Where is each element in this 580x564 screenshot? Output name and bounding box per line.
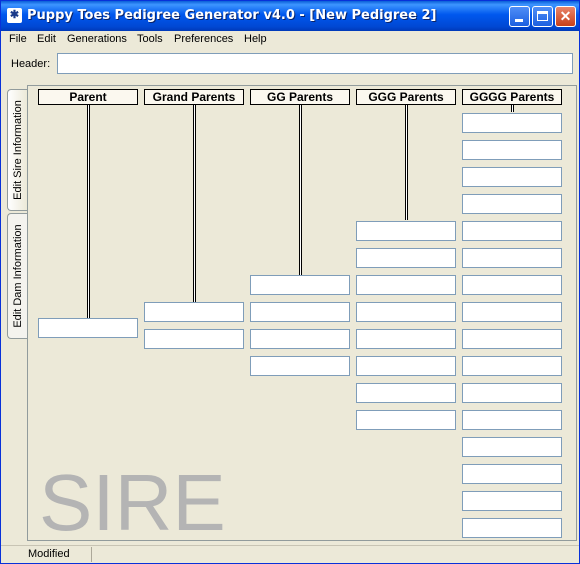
pedigree-box[interactable]	[462, 302, 562, 322]
pedigree-box[interactable]	[250, 302, 350, 322]
status-text: Modified	[28, 548, 70, 560]
pedigree-box[interactable]	[250, 356, 350, 376]
minimize-icon	[515, 19, 523, 22]
header-input[interactable]	[57, 53, 573, 74]
column-header-gg-parents: GG Parents	[250, 89, 350, 105]
menu-help[interactable]: Help	[244, 33, 267, 45]
pedigree-box[interactable]	[462, 464, 562, 484]
pedigree-box[interactable]	[462, 275, 562, 295]
pedigree-box[interactable]	[356, 302, 456, 322]
pedigree-box[interactable]	[462, 410, 562, 430]
pedigree-box[interactable]	[250, 329, 350, 349]
app-window: ✱ Puppy Toes Pedigree Generator v4.0 - […	[0, 0, 580, 564]
tab-edit-sire-label: Edit Sire Information	[11, 100, 24, 200]
pedigree-box[interactable]	[356, 410, 456, 430]
paw-icon: ✱	[7, 8, 22, 23]
pedigree-box[interactable]	[462, 329, 562, 349]
pedigree-box[interactable]	[462, 491, 562, 511]
tab-edit-sire[interactable]: Edit Sire Information	[7, 89, 27, 211]
status-separator	[91, 547, 92, 562]
menu-bar: File Edit Generations Tools Preferences …	[1, 31, 579, 49]
pedigree-box[interactable]	[356, 383, 456, 403]
pedigree-box[interactable]	[356, 356, 456, 376]
close-button[interactable]: ✕	[555, 6, 576, 27]
tab-edit-dam[interactable]: Edit Dam Information	[7, 213, 27, 339]
menu-preferences[interactable]: Preferences	[174, 33, 233, 45]
title-bar[interactable]: ✱ Puppy Toes Pedigree Generator v4.0 - […	[1, 1, 579, 31]
connector-line	[193, 105, 196, 302]
pedigree-box[interactable]	[250, 275, 350, 295]
window-title: Puppy Toes Pedigree Generator v4.0 - [Ne…	[27, 8, 437, 23]
pedigree-box[interactable]	[356, 248, 456, 268]
pedigree-box[interactable]	[462, 140, 562, 160]
column-header-grand-parents: Grand Parents	[144, 89, 244, 105]
column-header-ggg-parents: GGG Parents	[356, 89, 456, 105]
menu-file[interactable]: File	[9, 33, 27, 45]
pedigree-box[interactable]	[356, 221, 456, 241]
status-bar: Modified	[1, 545, 579, 563]
menu-tools[interactable]: Tools	[137, 33, 163, 45]
maximize-icon	[537, 11, 548, 21]
connector-line	[405, 105, 408, 220]
header-label: Header:	[11, 58, 51, 70]
connector-line	[511, 105, 514, 112]
sire-watermark: SIRE	[39, 458, 226, 547]
pedigree-box[interactable]	[144, 302, 244, 322]
pedigree-box[interactable]	[462, 383, 562, 403]
menu-edit[interactable]: Edit	[37, 33, 56, 45]
minimize-button[interactable]	[509, 6, 530, 27]
maximize-button[interactable]	[532, 6, 553, 27]
pedigree-box[interactable]	[38, 318, 138, 338]
connector-line	[87, 105, 90, 318]
pedigree-box[interactable]	[462, 437, 562, 457]
close-icon: ✕	[559, 8, 572, 24]
pedigree-box[interactable]	[462, 248, 562, 268]
pedigree-box[interactable]	[356, 275, 456, 295]
column-header-gggg-parents: GGGG Parents	[462, 89, 562, 105]
pedigree-box[interactable]	[462, 356, 562, 376]
pedigree-box[interactable]	[144, 329, 244, 349]
column-header-parent: Parent	[38, 89, 138, 105]
pedigree-box[interactable]	[356, 329, 456, 349]
connector-line	[299, 105, 302, 275]
pedigree-box[interactable]	[462, 518, 562, 538]
menu-generations[interactable]: Generations	[67, 33, 127, 45]
pedigree-box[interactable]	[462, 167, 562, 187]
tab-edit-dam-label: Edit Dam Information	[11, 224, 24, 328]
pedigree-box[interactable]	[462, 194, 562, 214]
pedigree-box[interactable]	[462, 221, 562, 241]
pedigree-box[interactable]	[462, 113, 562, 133]
